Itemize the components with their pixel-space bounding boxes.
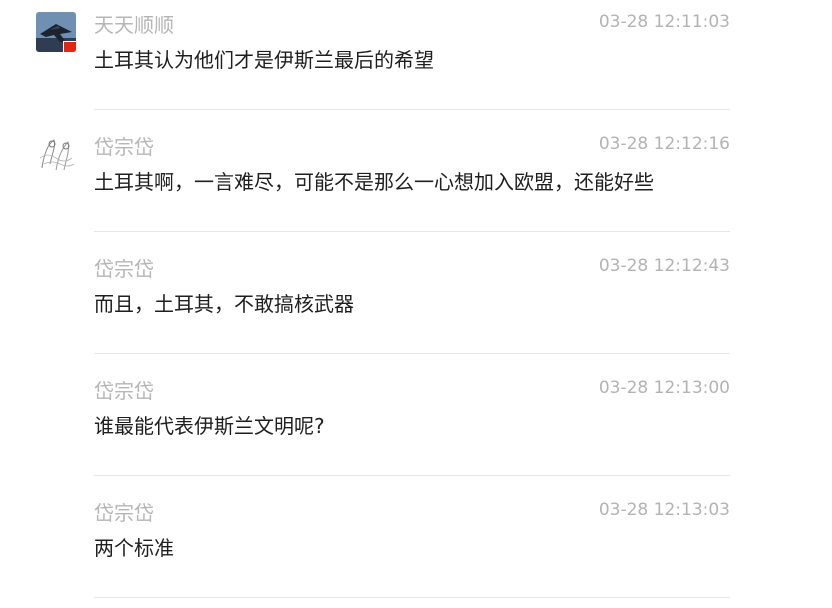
message-text: 谁最能代表伊斯兰文明呢? bbox=[94, 414, 325, 438]
divider bbox=[94, 475, 730, 476]
avatar[interactable] bbox=[36, 134, 76, 174]
timestamp: 03-28 12:12:43 bbox=[598, 256, 730, 276]
timestamp: 03-28 12:12:16 bbox=[598, 134, 730, 154]
divider bbox=[94, 109, 730, 110]
message-text: 土耳其啊，一言难尽，可能不是那么一心想加入欧盟，还能好些 bbox=[94, 170, 654, 194]
flag-badge-icon bbox=[63, 41, 76, 52]
timestamp: 03-28 12:11:03 bbox=[598, 12, 730, 32]
divider bbox=[94, 231, 730, 232]
author-name[interactable]: 天天顺顺 bbox=[94, 12, 174, 38]
sketch-avatar-icon bbox=[36, 134, 76, 174]
timestamp: 03-28 12:13:00 bbox=[598, 378, 730, 398]
message-text: 土耳其认为他们才是伊斯兰最后的希望 bbox=[94, 48, 434, 72]
author-name[interactable]: 岱宗岱 bbox=[94, 256, 154, 282]
message-item: 岱宗岱 03-28 12:12:16 土耳其啊，一言难尽，可能不是那么一心想加入… bbox=[0, 122, 832, 244]
timestamp: 03-28 12:13:03 bbox=[598, 500, 730, 520]
author-name[interactable]: 岱宗岱 bbox=[94, 378, 154, 404]
divider bbox=[94, 597, 730, 598]
divider bbox=[94, 353, 730, 354]
message-text: 而且，土耳其，不敢搞核武器 bbox=[94, 292, 354, 316]
author-name[interactable]: 岱宗岱 bbox=[94, 134, 154, 160]
message-item: 岱宗岱 03-28 12:13:00 谁最能代表伊斯兰文明呢? bbox=[0, 366, 832, 488]
avatar[interactable] bbox=[36, 12, 76, 52]
message-item: 天天顺顺 03-28 12:11:03 土耳其认为他们才是伊斯兰最后的希望 bbox=[0, 0, 832, 122]
message-text: 两个标准 bbox=[94, 536, 174, 560]
message-item: 岱宗岱 03-28 12:13:03 两个标准 bbox=[0, 488, 832, 608]
message-thread: 天天顺顺 03-28 12:11:03 土耳其认为他们才是伊斯兰最后的希望 岱宗… bbox=[0, 0, 832, 608]
message-item: 岱宗岱 03-28 12:12:43 而且，土耳其，不敢搞核武器 bbox=[0, 244, 832, 366]
author-name[interactable]: 岱宗岱 bbox=[94, 500, 154, 526]
